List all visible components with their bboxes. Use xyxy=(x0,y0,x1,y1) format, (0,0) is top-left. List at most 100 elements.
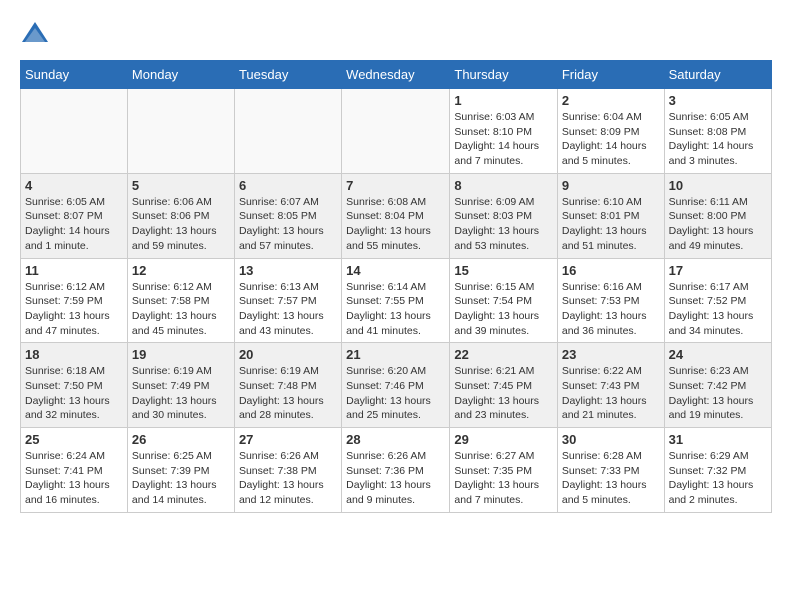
calendar-week-row: 1Sunrise: 6:03 AM Sunset: 8:10 PM Daylig… xyxy=(21,89,772,174)
calendar-day-cell: 21Sunrise: 6:20 AM Sunset: 7:46 PM Dayli… xyxy=(342,343,450,428)
calendar-day-cell: 19 Sunrise: 6:19 AM Sunset: 7:49 PM Dayli… xyxy=(127,343,234,428)
weekday-header: Wednesday xyxy=(342,61,450,89)
day-number: 19 xyxy=(132,347,230,362)
day-number: 6 xyxy=(239,178,337,193)
logo xyxy=(20,20,54,50)
day-detail: Sunrise: 6:11 AM Sunset: 8:00 PM Dayligh… xyxy=(669,195,767,254)
calendar-day-cell: 5 Sunrise: 6:06 AM Sunset: 8:06 PM Daylig… xyxy=(127,173,234,258)
calendar-day-cell: 2Sunrise: 6:04 AM Sunset: 8:09 PM Daylig… xyxy=(557,89,664,174)
day-detail: Sunrise: 6:12 AM Sunset: 7:58 PM Dayligh… xyxy=(132,280,230,339)
day-number: 20 xyxy=(239,347,337,362)
weekday-header: Tuesday xyxy=(234,61,341,89)
weekday-header: Sunday xyxy=(21,61,128,89)
calendar-day-cell: 23 Sunrise: 6:22 AM Sunset: 7:43 PM Dayli… xyxy=(557,343,664,428)
day-detail: Sunrise: 6:12 AM Sunset: 7:59 PM Dayligh… xyxy=(25,280,123,339)
day-detail: Sunrise: 6:13 AM Sunset: 7:57 PM Dayligh… xyxy=(239,280,337,339)
day-number: 24 xyxy=(669,347,767,362)
weekday-header: Monday xyxy=(127,61,234,89)
page-header xyxy=(20,20,772,50)
day-number: 2 xyxy=(562,93,660,108)
day-detail: Sunrise: 6:07 AM Sunset: 8:05 PM Dayligh… xyxy=(239,195,337,254)
day-number: 5 xyxy=(132,178,230,193)
day-detail: Sunrise: 6:28 AM Sunset: 7:33 PM Dayligh… xyxy=(562,449,660,508)
day-number: 29 xyxy=(454,432,552,447)
day-number: 12 xyxy=(132,263,230,278)
day-detail: Sunrise: 6:16 AM Sunset: 7:53 PM Dayligh… xyxy=(562,280,660,339)
day-number: 14 xyxy=(346,263,445,278)
day-detail: Sunrise: 6:05 AM Sunset: 8:08 PM Dayligh… xyxy=(669,110,767,169)
day-detail: Sunrise: 6:08 AM Sunset: 8:04 PM Dayligh… xyxy=(346,195,445,254)
day-number: 13 xyxy=(239,263,337,278)
day-detail: Sunrise: 6:17 AM Sunset: 7:52 PM Dayligh… xyxy=(669,280,767,339)
calendar-week-row: 11 Sunrise: 6:12 AM Sunset: 7:59 PM Dayli… xyxy=(21,258,772,343)
calendar-day-cell: 9 Sunrise: 6:10 AM Sunset: 8:01 PM Daylig… xyxy=(557,173,664,258)
calendar-day-cell: 29 Sunrise: 6:27 AM Sunset: 7:35 PM Dayli… xyxy=(450,428,557,513)
day-detail: Sunrise: 6:06 AM Sunset: 8:06 PM Dayligh… xyxy=(132,195,230,254)
day-detail: Sunrise: 6:26 AM Sunset: 7:36 PM Dayligh… xyxy=(346,449,445,508)
day-detail: Sunrise: 6:29 AM Sunset: 7:32 PM Dayligh… xyxy=(669,449,767,508)
day-detail: Sunrise: 6:19 AM Sunset: 7:49 PM Dayligh… xyxy=(132,364,230,423)
day-number: 28 xyxy=(346,432,445,447)
calendar-day-cell: 30 Sunrise: 6:28 AM Sunset: 7:33 PM Dayli… xyxy=(557,428,664,513)
day-number: 26 xyxy=(132,432,230,447)
calendar-day-cell: 22 Sunrise: 6:21 AM Sunset: 7:45 PM Dayli… xyxy=(450,343,557,428)
day-number: 11 xyxy=(25,263,123,278)
calendar-day-cell: 10 Sunrise: 6:11 AM Sunset: 8:00 PM Dayli… xyxy=(664,173,771,258)
day-detail: Sunrise: 6:21 AM Sunset: 7:45 PM Dayligh… xyxy=(454,364,552,423)
day-detail: Sunrise: 6:19 AM Sunset: 7:48 PM Dayligh… xyxy=(239,364,337,423)
calendar-day-cell xyxy=(342,89,450,174)
calendar-day-cell: 26 Sunrise: 6:25 AM Sunset: 7:39 PM Dayli… xyxy=(127,428,234,513)
calendar-day-cell: 28 Sunrise: 6:26 AM Sunset: 7:36 PM Dayli… xyxy=(342,428,450,513)
day-detail: Sunrise: 6:26 AM Sunset: 7:38 PM Dayligh… xyxy=(239,449,337,508)
day-detail: Sunrise: 6:24 AM Sunset: 7:41 PM Dayligh… xyxy=(25,449,123,508)
calendar-day-cell: 7 Sunrise: 6:08 AM Sunset: 8:04 PM Daylig… xyxy=(342,173,450,258)
weekday-header: Thursday xyxy=(450,61,557,89)
day-number: 7 xyxy=(346,178,445,193)
logo-icon xyxy=(20,20,50,50)
calendar-week-row: 18 Sunrise: 6:18 AM Sunset: 7:50 PM Dayli… xyxy=(21,343,772,428)
day-detail: Sunrise: 6:27 AM Sunset: 7:35 PM Dayligh… xyxy=(454,449,552,508)
calendar-day-cell: 27 Sunrise: 6:26 AM Sunset: 7:38 PM Dayli… xyxy=(234,428,341,513)
day-number: 30 xyxy=(562,432,660,447)
day-detail: Sunrise: 6:18 AM Sunset: 7:50 PM Dayligh… xyxy=(25,364,123,423)
day-number: 25 xyxy=(25,432,123,447)
calendar-day-cell: 31Sunrise: 6:29 AM Sunset: 7:32 PM Dayli… xyxy=(664,428,771,513)
day-number: 18 xyxy=(25,347,123,362)
day-detail: Sunrise: 6:10 AM Sunset: 8:01 PM Dayligh… xyxy=(562,195,660,254)
day-detail: Sunrise: 6:23 AM Sunset: 7:42 PM Dayligh… xyxy=(669,364,767,423)
calendar-day-cell: 17 Sunrise: 6:17 AM Sunset: 7:52 PM Dayli… xyxy=(664,258,771,343)
day-number: 23 xyxy=(562,347,660,362)
calendar-day-cell: 14Sunrise: 6:14 AM Sunset: 7:55 PM Dayli… xyxy=(342,258,450,343)
calendar-day-cell: 12 Sunrise: 6:12 AM Sunset: 7:58 PM Dayli… xyxy=(127,258,234,343)
calendar-day-cell: 6 Sunrise: 6:07 AM Sunset: 8:05 PM Daylig… xyxy=(234,173,341,258)
day-detail: Sunrise: 6:15 AM Sunset: 7:54 PM Dayligh… xyxy=(454,280,552,339)
day-number: 3 xyxy=(669,93,767,108)
calendar-day-cell xyxy=(127,89,234,174)
calendar-day-cell: 20 Sunrise: 6:19 AM Sunset: 7:48 PM Dayli… xyxy=(234,343,341,428)
calendar-day-cell: 25 Sunrise: 6:24 AM Sunset: 7:41 PM Dayli… xyxy=(21,428,128,513)
day-detail: Sunrise: 6:20 AM Sunset: 7:46 PM Dayligh… xyxy=(346,364,445,423)
day-number: 10 xyxy=(669,178,767,193)
calendar-day-cell: 1Sunrise: 6:03 AM Sunset: 8:10 PM Daylig… xyxy=(450,89,557,174)
day-number: 22 xyxy=(454,347,552,362)
calendar-day-cell xyxy=(234,89,341,174)
day-number: 4 xyxy=(25,178,123,193)
calendar-day-cell: 11 Sunrise: 6:12 AM Sunset: 7:59 PM Dayli… xyxy=(21,258,128,343)
day-number: 27 xyxy=(239,432,337,447)
weekday-header: Friday xyxy=(557,61,664,89)
calendar-day-cell: 16 Sunrise: 6:16 AM Sunset: 7:53 PM Dayli… xyxy=(557,258,664,343)
day-number: 16 xyxy=(562,263,660,278)
calendar-week-row: 25 Sunrise: 6:24 AM Sunset: 7:41 PM Dayli… xyxy=(21,428,772,513)
weekday-header: Saturday xyxy=(664,61,771,89)
calendar-day-cell: 13 Sunrise: 6:13 AM Sunset: 7:57 PM Dayli… xyxy=(234,258,341,343)
day-number: 17 xyxy=(669,263,767,278)
calendar-day-cell: 18 Sunrise: 6:18 AM Sunset: 7:50 PM Dayli… xyxy=(21,343,128,428)
calendar-day-cell: 8Sunrise: 6:09 AM Sunset: 8:03 PM Daylig… xyxy=(450,173,557,258)
calendar-day-cell xyxy=(21,89,128,174)
day-detail: Sunrise: 6:25 AM Sunset: 7:39 PM Dayligh… xyxy=(132,449,230,508)
day-number: 15 xyxy=(454,263,552,278)
calendar: SundayMondayTuesdayWednesdayThursdayFrid… xyxy=(20,60,772,513)
calendar-week-row: 4Sunrise: 6:05 AM Sunset: 8:07 PM Daylig… xyxy=(21,173,772,258)
day-detail: Sunrise: 6:22 AM Sunset: 7:43 PM Dayligh… xyxy=(562,364,660,423)
day-number: 9 xyxy=(562,178,660,193)
